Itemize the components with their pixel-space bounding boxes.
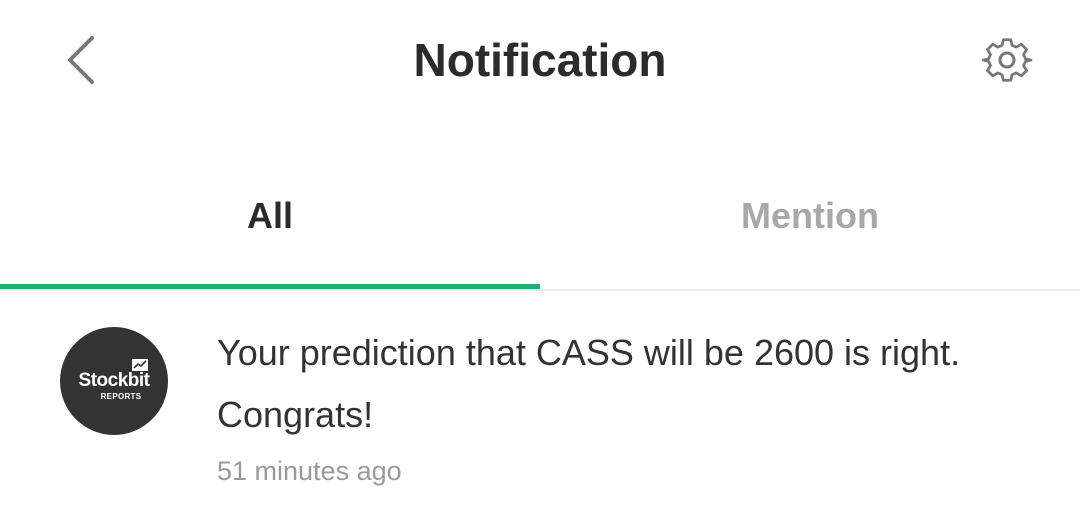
tabs-divider <box>0 289 1080 291</box>
avatar: Stockbit REPORTS <box>60 327 168 435</box>
notification-timestamp: 51 minutes ago <box>217 456 402 486</box>
gear-icon <box>981 38 1033 82</box>
avatar-brand: Stockbit <box>78 370 150 391</box>
tab-mention[interactable]: Mention <box>540 170 1080 290</box>
avatar-sub: REPORTS <box>100 392 142 401</box>
tab-all[interactable]: All <box>0 170 540 290</box>
page-title: Notification <box>413 34 667 86</box>
settings-button[interactable] <box>975 28 1039 92</box>
header: Notification <box>0 0 1080 120</box>
chevron-left-icon <box>68 36 94 84</box>
back-button[interactable] <box>50 28 114 92</box>
notification-message: Your prediction that CASS will be 2600 i… <box>217 332 961 435</box>
notification-item[interactable]: Stockbit REPORTS Your prediction that CA… <box>0 300 1080 510</box>
tab-mention-label: Mention <box>741 195 879 236</box>
tab-all-label: All <box>246 195 293 236</box>
tab-bar: All Mention <box>0 170 1080 290</box>
notification-screen: Notification All Mention Stockbit REPORT… <box>0 0 1080 517</box>
